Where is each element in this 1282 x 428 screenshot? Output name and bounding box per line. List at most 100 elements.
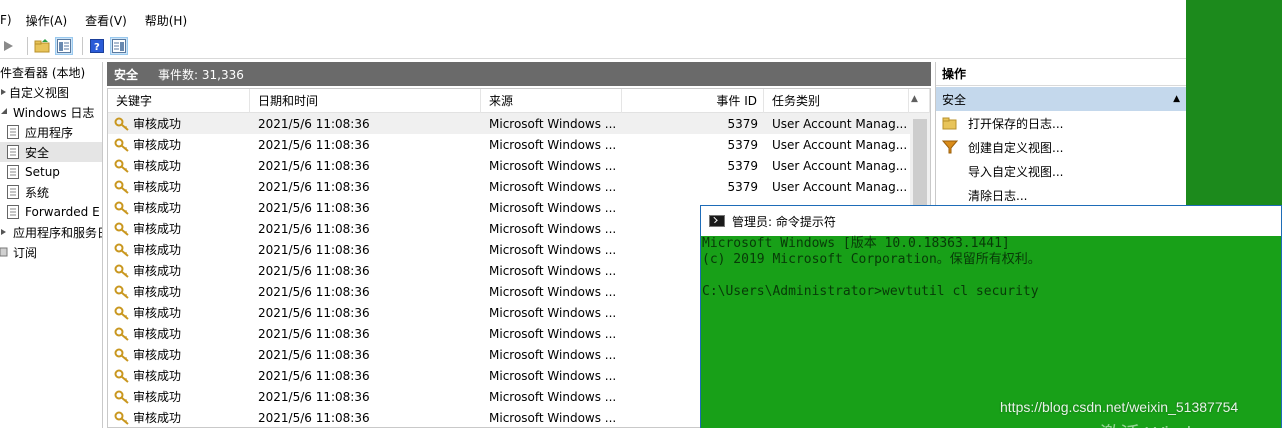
audit-success-key-icon [114,390,130,404]
tree-node-security[interactable]: 安全 [0,142,102,162]
show-tree-icon[interactable] [55,36,73,55]
column-header-source[interactable]: 来源 [481,89,622,113]
cell-keywords: 审核成功 [108,388,250,405]
tree-node-label: 应用程序和服务日 [13,225,103,240]
subscription-icon [0,245,14,259]
cell-keywords: 审核成功 [108,199,250,216]
menu-file[interactable]: F) [0,13,13,27]
cell-event-id: 5379 [727,179,758,194]
keyword-text: 审核成功 [133,201,182,215]
menu-action[interactable]: 操作(A) [25,12,69,29]
action-import-custom-view[interactable]: 导入自定义视图... [936,159,1186,183]
cell-source: Microsoft Windows ... [489,158,617,173]
tree-node-windows-logs[interactable]: Windows 日志 [0,102,102,122]
cmd-titlebar[interactable]: 管理员: 命令提示符 [701,206,1281,236]
audit-success-key-icon [114,327,130,341]
forward-icon[interactable] [0,37,18,55]
actions-section-label: 安全 [942,92,967,107]
import-icon [942,163,958,179]
cell-keywords: 审核成功 [108,157,250,174]
action-label: 打开保存的日志... [968,116,1064,131]
open-folder-icon [942,115,958,131]
column-header-task-category[interactable]: 任务类别 [764,89,909,113]
cell-keywords: 审核成功 [108,115,250,132]
cell-date-time: 2021/5/6 11:08:36 [258,326,370,341]
cell-source: Microsoft Windows ... [489,242,617,257]
keyword-text: 审核成功 [133,390,182,404]
action-open-saved-log[interactable]: 打开保存的日志... [936,111,1186,135]
column-header-keywords[interactable]: 关键字 [108,89,250,113]
audit-success-key-icon [114,180,130,194]
log-icon [6,185,20,199]
tree-node-label: 应用程序 [25,125,74,140]
blog-watermark: https://blog.csdn.net/weixin_51387754 [1000,399,1239,415]
console-icon [709,215,725,227]
actions-section-security[interactable]: 安全 ▲ [936,87,1186,111]
cell-task-category: User Account Manag... [772,116,908,131]
toolbar-separator [82,36,83,55]
tree-node-subscriptions[interactable]: 订阅 [0,242,102,262]
audit-success-key-icon [114,138,130,152]
action-clear-log[interactable]: 清除日志... [936,183,1186,207]
pane-title: 安全 [114,67,139,82]
event-row[interactable]: 审核成功 2021/5/6 11:08:36 Microsoft Windows .… [108,155,910,176]
audit-success-key-icon [114,159,130,173]
cell-source: Microsoft Windows ... [489,347,617,362]
command-prompt-window[interactable]: 管理员: 命令提示符 Microsoft Windows [版本 10.0.18… [700,205,1282,428]
tree-node-system[interactable]: 系统 [0,182,102,202]
tree-node-label: 订阅 [13,245,38,260]
menu-view[interactable]: 查看(V) [84,12,128,29]
up-folder-icon[interactable] [33,37,51,55]
column-header-date-time[interactable]: 日期和时间 [250,89,481,113]
column-header-event-id[interactable]: 事件 ID [622,89,764,113]
log-icon [6,205,20,219]
tree-node-event-viewer-local[interactable]: 件查看器 (本地) [0,62,102,82]
tree-node-label: Setup [25,165,60,179]
audit-success-key-icon [114,369,130,383]
expanded-chevron-icon [0,105,8,119]
keyword-text: 审核成功 [133,180,182,194]
audit-success-key-icon [114,222,130,236]
tree-node-setup[interactable]: Setup [0,162,102,182]
keyword-text: 审核成功 [133,306,182,320]
menu-help[interactable]: 帮助(H) [144,12,188,29]
show-action-pane-icon[interactable] [110,36,128,55]
cell-source: Microsoft Windows ... [489,326,617,341]
help-icon[interactable]: ? [88,37,106,55]
cell-date-time: 2021/5/6 11:08:36 [258,200,370,215]
cmd-title: 管理员: 命令提示符 [732,214,836,229]
toolbar-separator [27,36,28,55]
cell-source: Microsoft Windows ... [489,410,617,425]
action-create-custom-view[interactable]: 创建自定义视图... [936,135,1186,159]
cell-keywords: 审核成功 [108,220,250,237]
keyword-text: 审核成功 [133,264,182,278]
event-row[interactable]: 审核成功 2021/5/6 11:08:36 Microsoft Windows .… [108,134,910,155]
cell-keywords: 审核成功 [108,136,250,153]
tree-node-application[interactable]: 应用程序 [0,122,102,142]
cell-source: Microsoft Windows ... [489,200,617,215]
event-row[interactable]: 审核成功 2021/5/6 11:08:36 Microsoft Windows .… [108,176,910,197]
tree-node-custom-views[interactable]: 自定义视图 [0,82,102,102]
log-icon [6,125,20,139]
tree-node-forwarded-events[interactable]: Forwarded E [0,202,102,222]
cell-task-category: User Account Manag... [772,179,908,194]
keyword-text: 审核成功 [133,411,182,425]
filter-icon [941,139,959,155]
tree-node-label: 安全 [25,145,50,160]
cell-source: Microsoft Windows ... [489,284,617,299]
tree-node-label: 件查看器 (本地) [0,65,86,80]
cell-date-time: 2021/5/6 11:08:36 [258,179,370,194]
collapse-arrow-icon[interactable]: ▲ [1173,94,1180,104]
audit-success-key-icon [114,411,130,425]
cell-keywords: 审核成功 [108,304,250,321]
cell-keywords: 审核成功 [108,346,250,363]
cell-source: Microsoft Windows ... [489,368,617,383]
cell-keywords: 审核成功 [108,283,250,300]
scroll-up-arrow-icon[interactable]: ▲ [911,94,918,104]
toolbar: ? [0,33,1186,59]
tree-node-apps-services-logs[interactable]: 应用程序和服务日 [0,222,102,242]
event-count: 事件数: 31,336 [158,67,244,82]
keyword-text: 审核成功 [133,159,182,173]
keyword-text: 审核成功 [133,348,182,362]
event-row[interactable]: 审核成功 2021/5/6 11:08:36 Microsoft Windows .… [108,113,910,134]
